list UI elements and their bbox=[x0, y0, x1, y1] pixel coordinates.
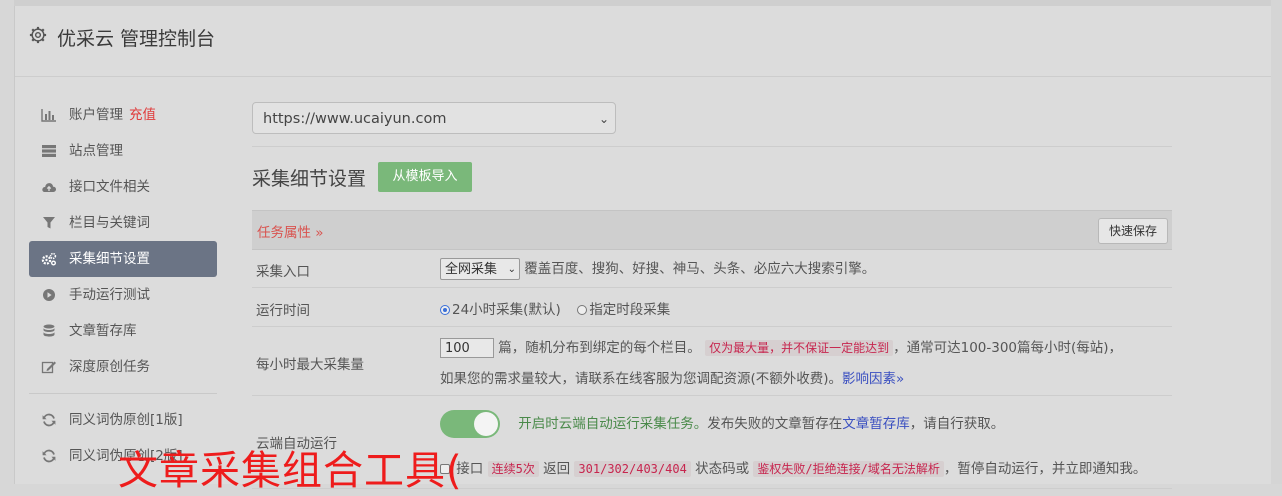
refresh-icon bbox=[41, 413, 57, 427]
chevron-down-icon: ⌄ bbox=[507, 264, 516, 275]
sidebar-item-label: 深度原创任务 bbox=[69, 359, 150, 375]
maxhour-warning: 仅为最大量，并不保证一定能达到 bbox=[705, 340, 894, 356]
task-props-toggle[interactable]: 任务属性 » bbox=[257, 221, 324, 241]
entry-desc: 覆盖百度、搜狗、好搜、神马、头条、必应六大搜索引擎。 bbox=[524, 261, 876, 277]
row-runtime: 运行时间 24小时采集(默认) 指定时段采集 bbox=[252, 288, 1172, 327]
radio-24h-label: 24小时采集(默认) bbox=[452, 302, 561, 318]
cloud-text2: ，请自行获取。 bbox=[909, 416, 1005, 432]
maxhour-line2: 如果您的需求量较大，请联系在线客服为您调配资源(不额外收费)。 bbox=[440, 371, 843, 387]
play-circle-icon bbox=[41, 288, 57, 302]
maxhour-text: 篇，随机分布到绑定的每个栏目。 bbox=[498, 340, 701, 356]
sidebar-item-interface[interactable]: 接口文件相关 bbox=[29, 169, 217, 205]
factors-link[interactable]: 影响因素» bbox=[842, 371, 904, 387]
cloud-text1: 发布失败的文章暂存在 bbox=[707, 416, 843, 432]
radio-scheduled[interactable] bbox=[577, 305, 588, 315]
sidebar-item-sites[interactable]: 站点管理 bbox=[29, 133, 217, 169]
sidebar-item-label: 账户管理 bbox=[69, 107, 123, 123]
watermark-overlay-text: 文章采集组合工具( bbox=[118, 448, 463, 494]
max-per-hour-input[interactable]: 100 bbox=[440, 338, 494, 358]
maxhour-text2: ，通常可达100-300篇每小时(每站)， bbox=[893, 340, 1123, 356]
divider bbox=[252, 146, 1172, 147]
server-icon bbox=[41, 144, 57, 158]
task-props-bar: 任务属性 » 快速保存 bbox=[252, 210, 1172, 250]
sidebar-item-label: 站点管理 bbox=[69, 143, 123, 159]
cloud-auto-toggle[interactable] bbox=[440, 410, 500, 438]
sidebar: 账户管理 充值 站点管理 接口文件相关 栏目与关键词 采集细节设置 手动运行测试… bbox=[29, 97, 217, 474]
radio-scheduled-label: 指定时段采集 bbox=[589, 302, 671, 318]
gears-icon bbox=[41, 252, 57, 266]
sidebar-item-article-store[interactable]: 文章暂存库 bbox=[29, 313, 217, 349]
database-icon bbox=[41, 324, 57, 338]
quick-save-button[interactable]: 快速保存 bbox=[1098, 218, 1168, 244]
cloud-mid2: 状态码或 bbox=[695, 461, 750, 477]
code-consecutive: 连续5次 bbox=[487, 461, 539, 477]
sidebar-item-label: 栏目与关键词 bbox=[69, 215, 150, 231]
bar-chart-icon bbox=[41, 108, 57, 122]
sidebar-item-label: 文章暂存库 bbox=[69, 323, 137, 339]
cloud-mid1: 返回 bbox=[543, 461, 571, 477]
console-panel: 优采云 管理控制台 账户管理 充值 站点管理 接口文件相关 栏目与关键词 采集细… bbox=[14, 6, 1273, 489]
refresh-icon bbox=[41, 449, 57, 463]
radio-24h[interactable] bbox=[440, 305, 450, 315]
sidebar-item-label: 同义词伪原创[1版] bbox=[69, 412, 183, 428]
edit-icon bbox=[41, 360, 57, 374]
article-store-link[interactable]: 文章暂存库 bbox=[842, 416, 910, 432]
sidebar-item-account[interactable]: 账户管理 充值 bbox=[29, 97, 217, 133]
entry-select[interactable]: 全网采集 ⌄ bbox=[440, 258, 520, 280]
row-label: 每小时最大采集量 bbox=[256, 357, 364, 373]
section-title: 采集细节设置 bbox=[252, 168, 367, 190]
sidebar-item-manual-run[interactable]: 手动运行测试 bbox=[29, 277, 217, 313]
gear-icon bbox=[29, 26, 47, 44]
sidebar-divider bbox=[29, 393, 217, 394]
cloud-upload-icon bbox=[41, 180, 57, 194]
cloud-green-text: 开启时云端自动运行采集任务。 bbox=[518, 416, 708, 432]
site-select[interactable]: https://www.ucaiyun.com ⌄ bbox=[252, 102, 616, 134]
chevron-down-icon: ⌄ bbox=[598, 112, 609, 126]
sidebar-item-label: 采集细节设置 bbox=[69, 251, 150, 267]
sidebar-item-collect-settings[interactable]: 采集细节设置 bbox=[29, 241, 217, 277]
filter-icon bbox=[41, 216, 57, 230]
sidebar-item-label: 手动运行测试 bbox=[69, 287, 150, 303]
row-maxhour: 每小时最大采集量 100 篇，随机分布到绑定的每个栏目。 仅为最大量，并不保证一… bbox=[252, 327, 1172, 396]
sidebar-item-deep-original[interactable]: 深度原创任务 bbox=[29, 349, 217, 385]
code-status: 301/302/403/404 bbox=[574, 461, 691, 477]
cloud-tail: ，暂停自动运行，并立即通知我。 bbox=[943, 461, 1147, 477]
scrollbar[interactable] bbox=[1271, 0, 1282, 484]
sidebar-item-columns[interactable]: 栏目与关键词 bbox=[29, 205, 217, 241]
sidebar-item-synonym-v1[interactable]: 同义词伪原创[1版] bbox=[29, 402, 217, 438]
page-header: 优采云 管理控制台 bbox=[15, 6, 1272, 77]
row-label: 采集入口 bbox=[256, 264, 310, 280]
site-select-value: https://www.ucaiyun.com bbox=[263, 111, 447, 127]
import-template-button[interactable]: 从模板导入 bbox=[378, 162, 472, 192]
page-title: 优采云 管理控制台 bbox=[57, 28, 216, 50]
row-label: 运行时间 bbox=[256, 303, 310, 319]
row-entry: 采集入口 全网采集 ⌄ 覆盖百度、搜狗、好搜、神马、头条、必应六大搜索引擎。 bbox=[252, 249, 1172, 288]
recharge-link[interactable]: 充值 bbox=[129, 107, 156, 123]
code-errors: 鉴权失败/拒绝连接/域名无法解析 bbox=[753, 461, 944, 477]
entry-select-value: 全网采集 bbox=[445, 262, 498, 277]
sidebar-item-label: 接口文件相关 bbox=[69, 179, 150, 195]
